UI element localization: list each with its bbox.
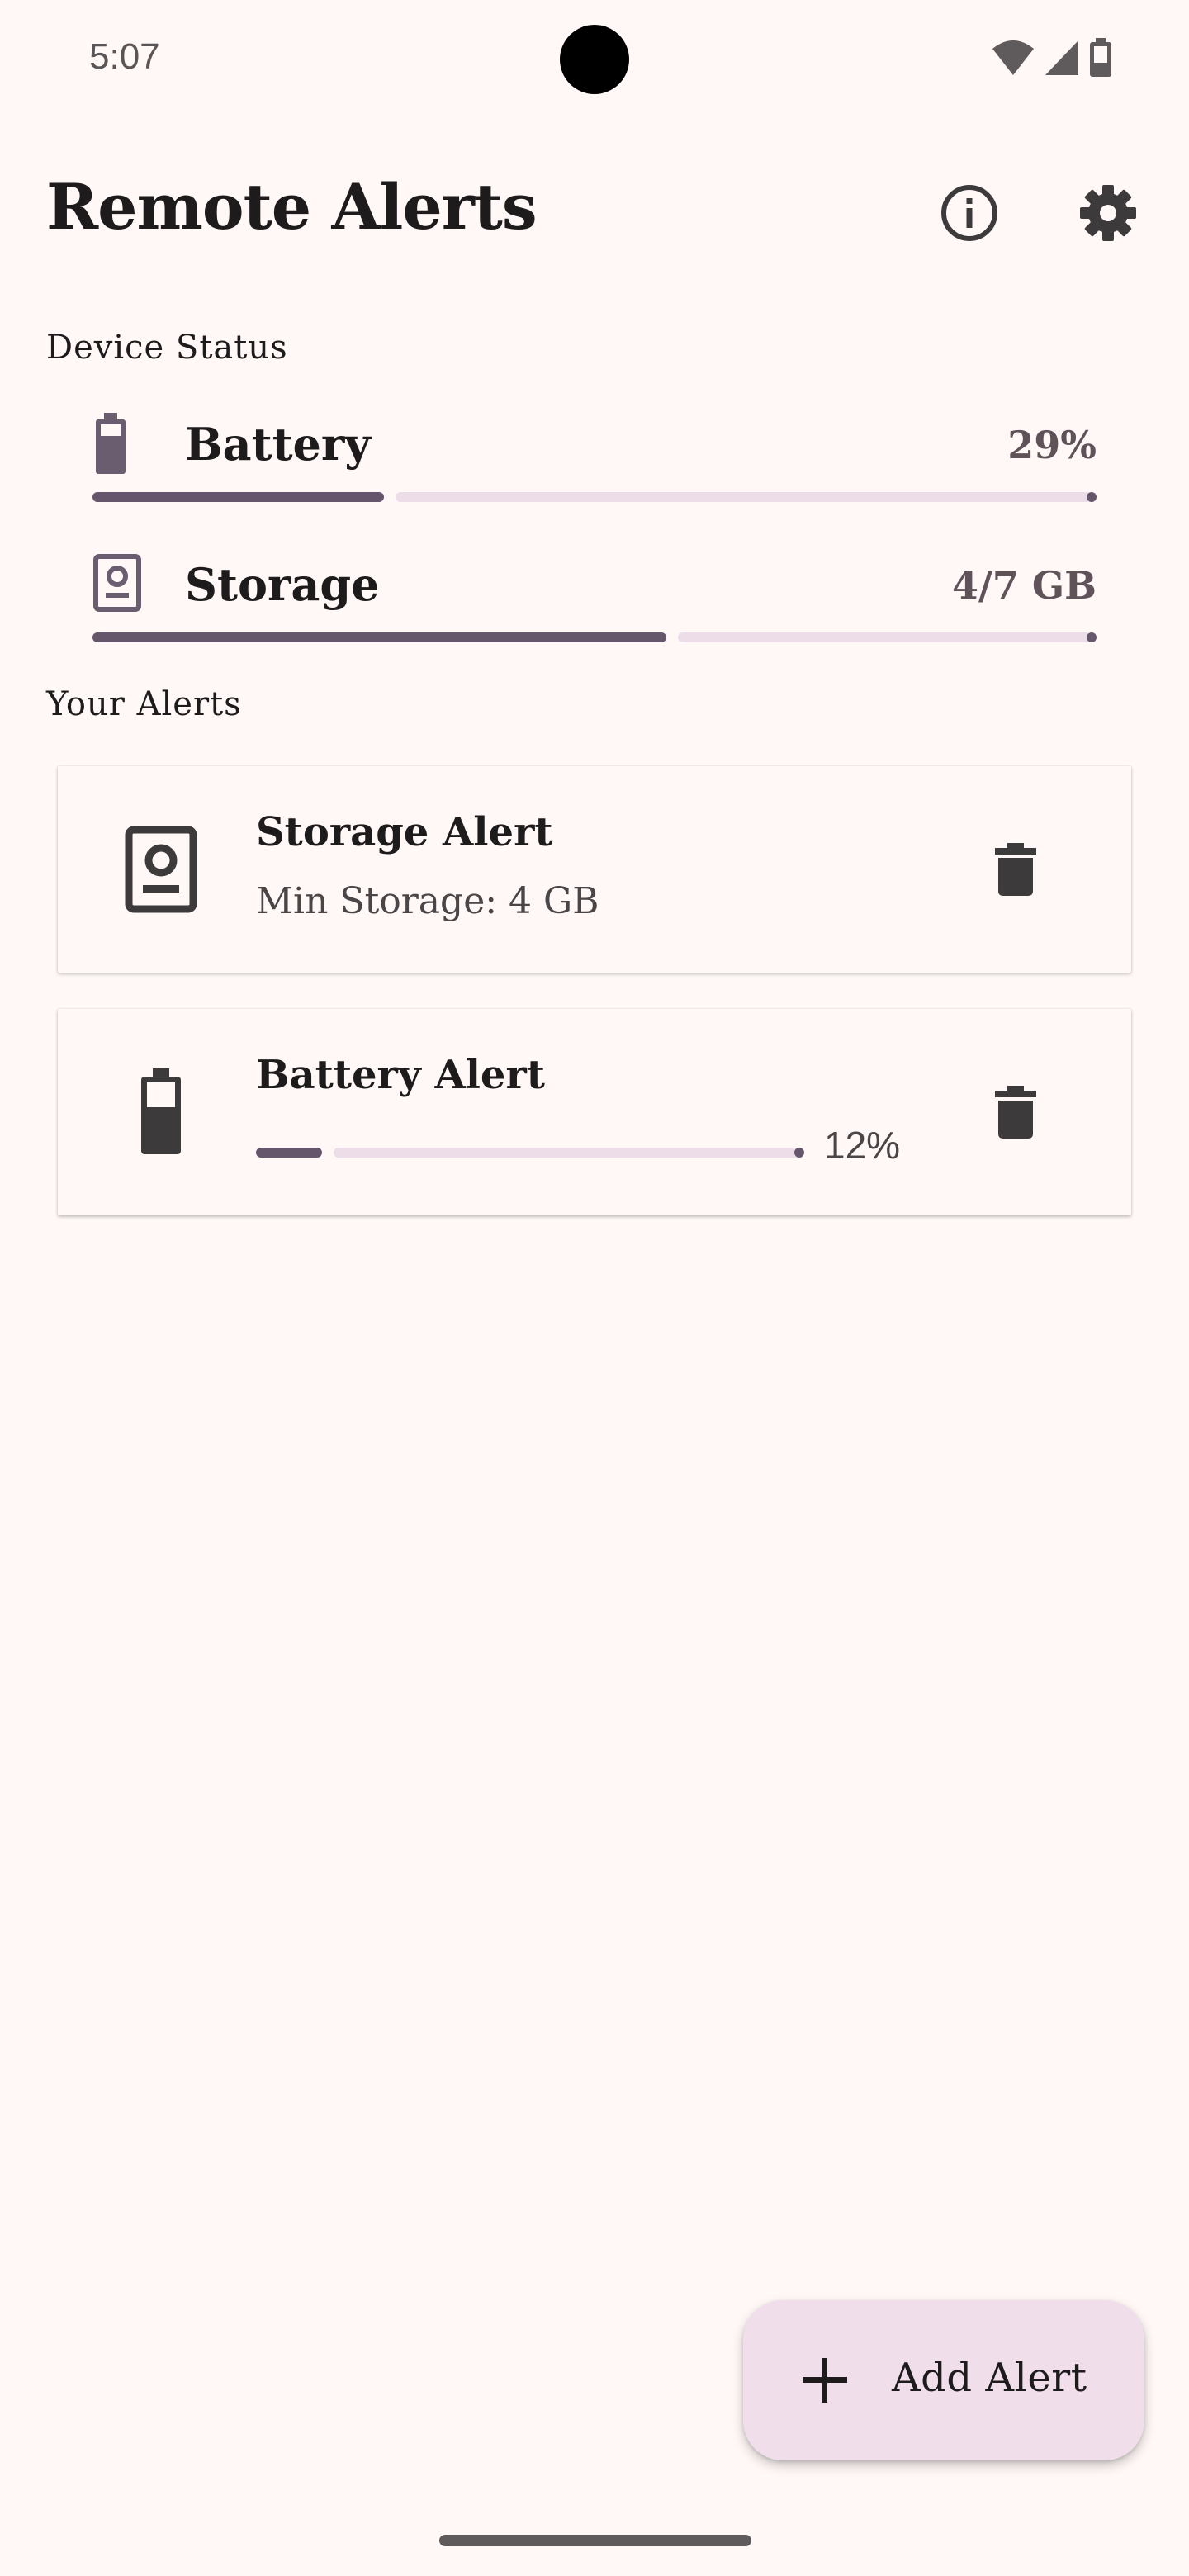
plus-icon [803, 2358, 847, 2403]
battery-icon [96, 413, 126, 474]
camera-cutout [560, 25, 629, 94]
status-time: 5:07 [89, 36, 160, 77]
battery-progress [92, 492, 1097, 502]
trash-icon [995, 843, 1036, 896]
battery-icon [1090, 38, 1111, 77]
status-bar: 5:07 [0, 0, 1189, 119]
your-alerts-heading: Your Alerts [46, 685, 242, 723]
cell-signal-icon [1045, 40, 1078, 75]
info-button[interactable] [930, 173, 1009, 253]
battery-value: 29% [1007, 423, 1097, 467]
delete-storage-alert-button[interactable] [974, 828, 1057, 911]
storage-progress [92, 632, 1097, 642]
battery-label: Battery [185, 418, 371, 471]
alert-card-battery[interactable]: Battery Alert 12% [58, 1009, 1131, 1215]
device-status-heading: Device Status [46, 329, 288, 367]
storage-value: 4/7 GB [952, 563, 1097, 608]
alert-card-storage[interactable]: Storage Alert Min Storage: 4 GB [58, 766, 1131, 973]
settings-button[interactable] [1068, 173, 1148, 253]
alert-title: Storage Alert [256, 809, 553, 855]
alert-subtitle: Min Storage: 4 GB [256, 880, 599, 922]
page-title: Remote Alerts [46, 170, 538, 244]
storage-icon [93, 554, 141, 612]
add-alert-button[interactable]: Add Alert [743, 2300, 1144, 2460]
battery-icon [141, 1068, 181, 1154]
delete-battery-alert-button[interactable] [974, 1071, 1057, 1153]
home-indicator[interactable] [439, 2535, 751, 2546]
info-icon [941, 185, 997, 241]
add-alert-label: Add Alert [892, 2355, 1087, 2401]
storage-icon [125, 826, 197, 913]
status-icons [991, 38, 1113, 78]
trash-icon [995, 1086, 1036, 1139]
storage-label: Storage [185, 558, 380, 611]
wifi-icon [992, 40, 1034, 75]
battery-alert-threshold-progress [256, 1148, 804, 1158]
battery-alert-percent: 12% [824, 1124, 901, 1167]
alert-title: Battery Alert [256, 1052, 545, 1098]
gear-icon [1080, 185, 1136, 241]
